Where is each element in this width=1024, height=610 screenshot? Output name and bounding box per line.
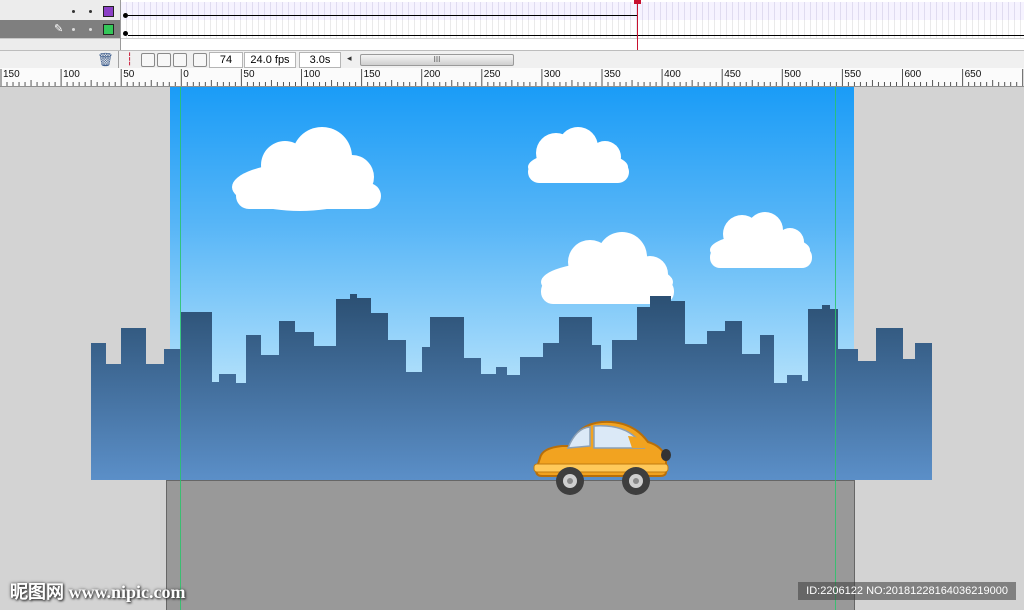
ruler-label: 400 <box>664 69 681 80</box>
elapsed-time-field: 3.0s <box>299 52 341 68</box>
ruler-label: 550 <box>844 69 862 80</box>
trash-icon[interactable]: 🗑 <box>97 52 114 68</box>
frame-grid[interactable] <box>121 0 1024 50</box>
layer-row-2[interactable]: ✎ <box>0 20 120 39</box>
layer-row-1[interactable] <box>0 2 120 21</box>
visibility-dot[interactable] <box>72 28 75 31</box>
horizontal-scrollbar[interactable]: III <box>360 54 514 66</box>
tween-line <box>128 15 638 16</box>
ruler-label: 650 <box>964 69 982 80</box>
ruler-ticks <box>0 69 1024 86</box>
ruler-label: 500 <box>784 69 801 80</box>
car-graphic[interactable] <box>532 420 672 500</box>
layer-color-swatch[interactable] <box>103 6 114 17</box>
scroll-left-icon[interactable]: ◂ <box>347 53 352 64</box>
center-frame-icon[interactable]: ┆ <box>126 52 133 66</box>
frame-span-line <box>128 35 1024 36</box>
pencil-icon: ✎ <box>54 23 64 35</box>
frame-row-2[interactable] <box>121 20 1024 39</box>
ruler-label: 600 <box>904 69 922 80</box>
guide-line-left[interactable] <box>180 87 181 610</box>
lock-dot[interactable] <box>89 28 92 31</box>
road-ground[interactable] <box>166 480 855 610</box>
visibility-dot[interactable] <box>72 10 75 13</box>
ruler-label: 150 <box>363 69 381 80</box>
frame-row-1[interactable] <box>121 2 1024 21</box>
layer-color-swatch[interactable] <box>103 24 114 35</box>
ruler-label: 350 <box>604 69 621 80</box>
ruler-label: 0 <box>183 69 189 80</box>
onion-skin-icon[interactable] <box>141 53 155 67</box>
ruler-label: 200 <box>423 69 441 80</box>
timeline-status-bar: 🗑 ┆ 74 24.0 fps 3.0s ◂ III <box>0 50 1024 70</box>
layer-list: ✎ <box>0 0 121 50</box>
ruler-label: 150 <box>3 69 20 80</box>
modify-markers-icon[interactable] <box>193 53 207 67</box>
current-frame-field: 74 <box>209 52 243 68</box>
ruler-label: 50 <box>123 69 135 80</box>
frame-rate-field[interactable]: 24.0 fps <box>244 52 296 68</box>
ruler-label: 450 <box>724 69 741 80</box>
ruler-label: 250 <box>483 69 501 80</box>
onion-outlines-icon[interactable] <box>157 53 171 67</box>
guide-line-right[interactable] <box>835 87 836 610</box>
watermark-id: ID:2206122 NO:20181228164036219000 <box>798 582 1016 600</box>
ruler-label: 300 <box>543 69 561 80</box>
horizontal-ruler: 150 100 50 0 50 100 150 200 250 300 350 400 450 500 55… <box>0 68 1024 87</box>
divider <box>118 51 119 69</box>
lock-dot[interactable] <box>89 10 92 13</box>
ruler-label: 50 <box>243 69 255 80</box>
watermark-nipic: 昵图网 www.nipic.com <box>10 582 186 602</box>
ruler-label: 100 <box>63 69 80 80</box>
stage-pasteboard[interactable]: 昵图网 www.nipic.com ID:2206122 NO:20181228… <box>0 87 1024 610</box>
timeline-panel: ✎ 🗑 ┆ 74 24.0 fps 3.0s ◂ III <box>0 0 1024 70</box>
playhead[interactable] <box>637 0 638 50</box>
edit-multiple-frames-icon[interactable] <box>173 53 187 67</box>
ruler-label: 100 <box>303 69 321 80</box>
